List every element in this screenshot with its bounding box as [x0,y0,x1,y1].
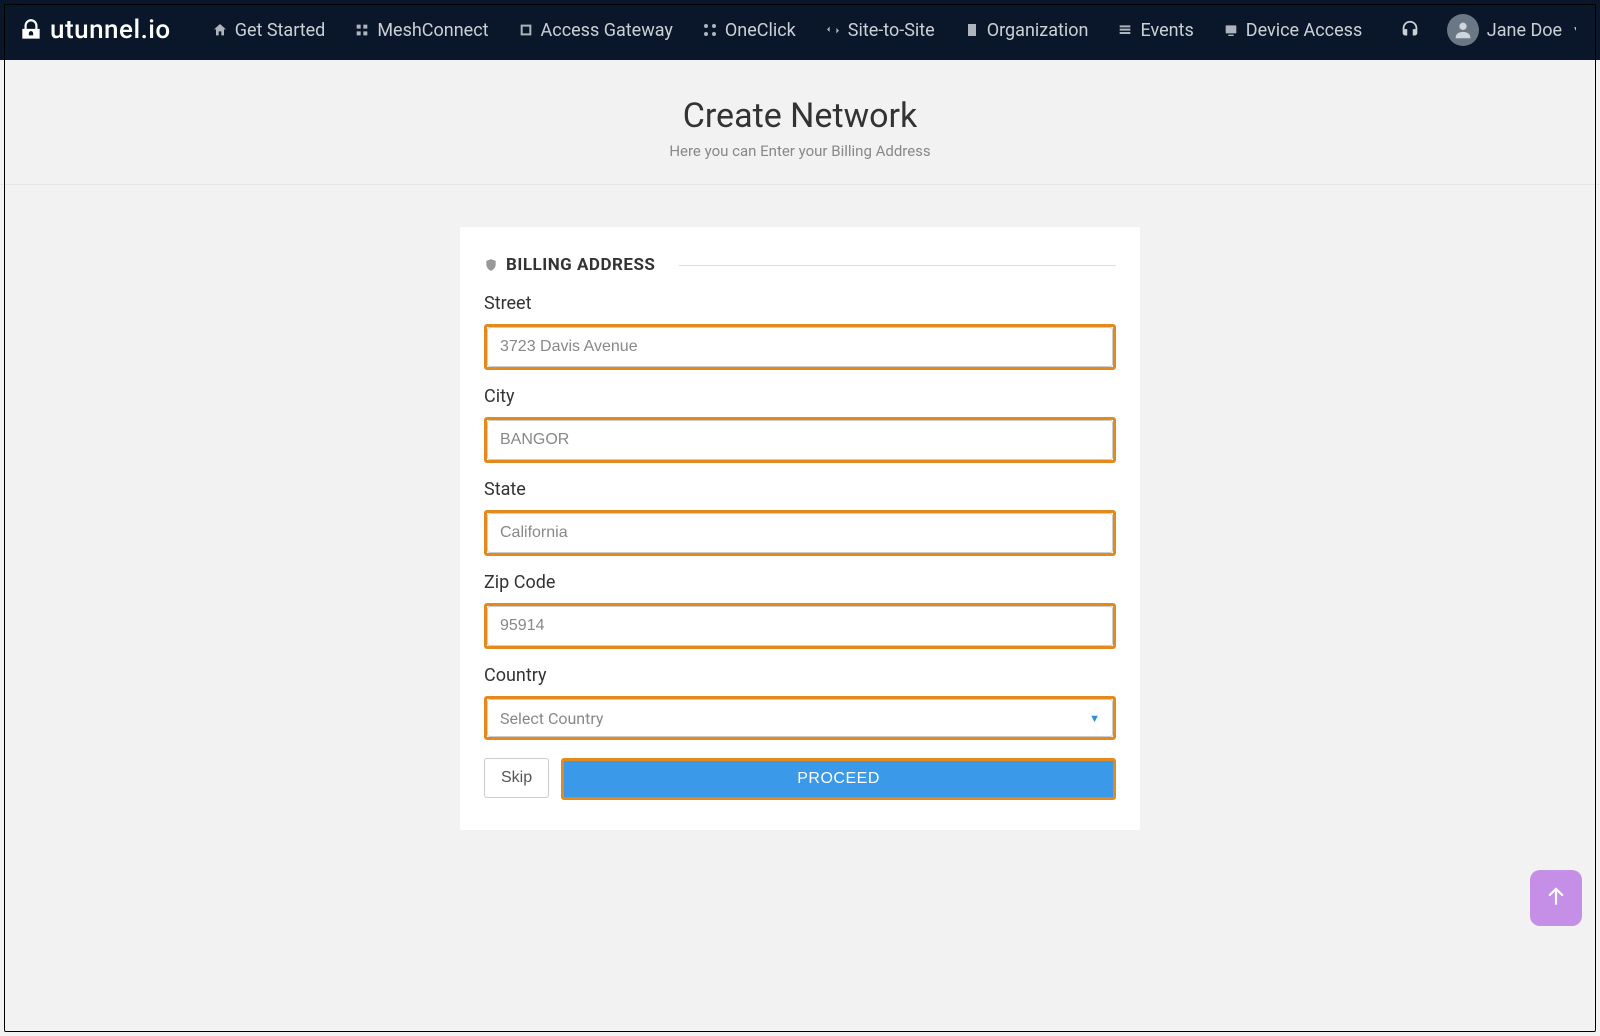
nav-events[interactable]: Events [1116,20,1193,41]
building-icon [963,21,981,39]
shield-icon [484,258,498,272]
highlight-box: PROCEED [561,758,1116,800]
home-icon [211,21,229,39]
nav-label: OneClick [725,20,796,41]
nav-label: Organization [987,20,1089,41]
avatar [1447,14,1479,46]
brand-name: utunnel.io [50,15,171,45]
nav-oneclick[interactable]: OneClick [701,20,796,41]
section-head: BILLING ADDRESS [484,255,1116,275]
street-input[interactable] [487,327,1113,367]
zip-label: Zip Code [484,572,1116,593]
highlight-box [484,417,1116,463]
user-menu[interactable]: Jane Doe ▼ [1447,14,1582,46]
highlight-box [484,324,1116,370]
highlight-box [484,603,1116,649]
page-subtitle: Here you can Enter your Billing Address [0,142,1600,160]
scroll-top-button[interactable] [1530,870,1582,926]
skip-button[interactable]: Skip [484,758,549,798]
swap-icon [824,21,842,39]
gateway-icon [517,21,535,39]
top-navbar: utunnel.io Get Started MeshConnect Acces… [0,0,1600,60]
state-input[interactable] [487,513,1113,553]
section-title-text: BILLING ADDRESS [506,255,655,275]
mesh-icon [353,21,371,39]
user-name: Jane Doe [1487,20,1562,41]
nav-label: Access Gateway [541,20,673,41]
page-header: Create Network Here you can Enter your B… [0,60,1600,185]
nav-site-to-site[interactable]: Site-to-Site [824,20,935,41]
nav-organization[interactable]: Organization [963,20,1089,41]
billing-form-card: BILLING ADDRESS Street City State Zip Co… [460,227,1140,830]
city-input[interactable] [487,420,1113,460]
city-label: City [484,386,1116,407]
section-title: BILLING ADDRESS [484,255,655,275]
divider [679,265,1116,266]
arrow-up-icon [1543,883,1569,913]
nav-access-gateway[interactable]: Access Gateway [517,20,673,41]
button-row: Skip PROCEED [484,758,1116,800]
nav-label: Events [1140,20,1193,41]
scrollbar-thumb[interactable] [1576,6,1594,52]
device-icon [1222,21,1240,39]
highlight-box [484,510,1116,556]
nav-get-started[interactable]: Get Started [211,20,326,41]
country-select[interactable]: Select Country ▼ [487,699,1113,737]
nav-label: MeshConnect [377,20,488,41]
country-label: Country [484,665,1116,686]
country-placeholder: Select Country [500,709,604,728]
zip-input[interactable] [487,606,1113,646]
list-icon [1116,21,1134,39]
chevron-down-icon: ▼ [1089,712,1100,725]
state-label: State [484,479,1116,500]
brand-logo[interactable]: utunnel.io [18,15,171,45]
support-icon[interactable] [1399,19,1421,41]
nav-right: Jane Doe ▼ [1399,14,1582,46]
brand-icon [18,17,44,43]
nav-items: Get Started MeshConnect Access Gateway O… [211,20,1399,41]
highlight-box: Select Country ▼ [484,696,1116,740]
field-country: Country Select Country ▼ [484,665,1116,740]
street-label: Street [484,293,1116,314]
field-zip: Zip Code [484,572,1116,649]
page-title: Create Network [0,96,1600,136]
nav-label: Device Access [1246,20,1362,41]
nav-meshconnect[interactable]: MeshConnect [353,20,488,41]
nav-device-access[interactable]: Device Access [1222,20,1362,41]
nav-label: Get Started [235,20,326,41]
field-state: State [484,479,1116,556]
field-street: Street [484,293,1116,370]
field-city: City [484,386,1116,463]
grid-icon [701,21,719,39]
proceed-button[interactable]: PROCEED [564,761,1113,797]
nav-label: Site-to-Site [848,20,935,41]
